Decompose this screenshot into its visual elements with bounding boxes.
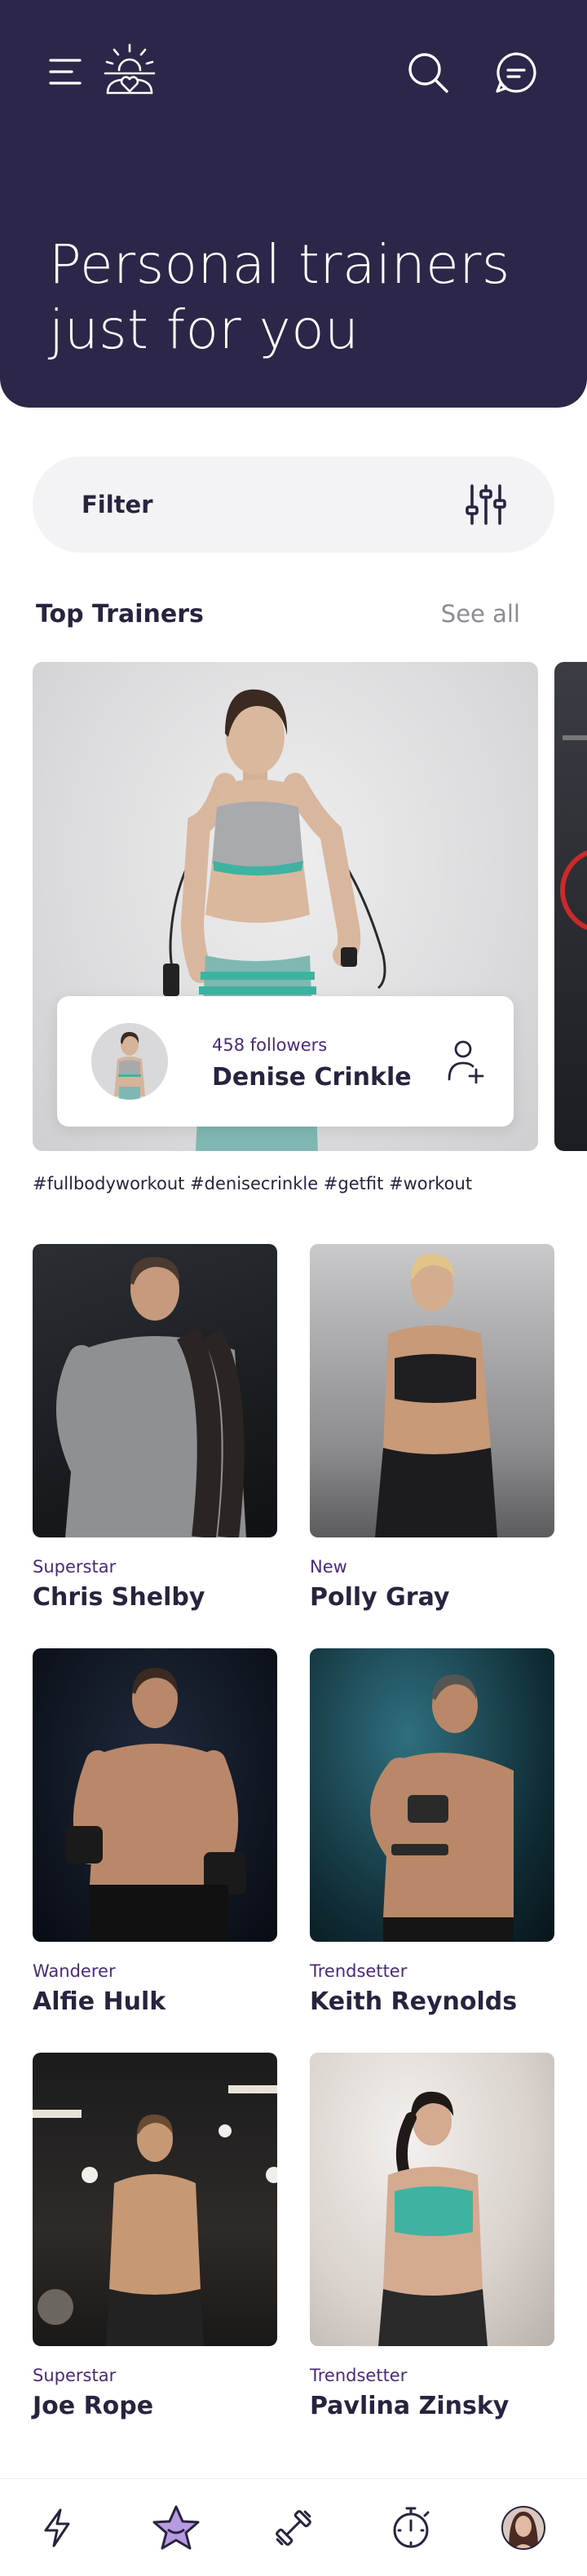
trainer-avatar — [91, 1023, 168, 1100]
trainer-figure — [378, 2091, 488, 2346]
trainer-name: Denise Crinkle — [212, 1063, 412, 1092]
lightning-icon[interactable] — [33, 2503, 82, 2552]
hashtags[interactable]: #fullbodyworkout #denisecrinkle #getfit … — [33, 1174, 472, 1193]
trainer-name: Pavlina Zinsky — [310, 2392, 510, 2420]
trainer-photo — [310, 1648, 554, 1942]
next-trainer-preview[interactable] — [554, 662, 587, 1151]
hero-header: Personal trainers just for you — [0, 0, 587, 408]
trainer-photo — [310, 1244, 554, 1537]
trainer-name: Polly Gray — [310, 1583, 450, 1612]
trainer-figure — [33, 2085, 277, 2346]
trainer-name: Keith Reynolds — [310, 1987, 518, 2016]
followers-count: 458 followers — [212, 1035, 328, 1055]
star-icon[interactable] — [152, 2503, 201, 2552]
trainer-tag: Superstar — [33, 1557, 117, 1577]
sliders-icon[interactable] — [465, 483, 507, 530]
dumbbell-icon[interactable] — [269, 2503, 318, 2552]
page-title-line-2: just for you — [49, 298, 360, 361]
trainer-card[interactable]: Superstar Chris Shelby — [33, 1244, 277, 1612]
search-icon[interactable] — [406, 51, 450, 98]
trainer-card[interactable]: Trendsetter Keith Reynolds — [310, 1648, 554, 2016]
trainer-card[interactable]: Trendsetter Pavlina Zinsky — [310, 2053, 554, 2420]
trainer-photo — [33, 2053, 277, 2346]
trainer-tag: Wanderer — [33, 1961, 116, 1981]
trainer-photo — [33, 1648, 277, 1942]
trainer-tag: New — [310, 1557, 347, 1577]
avatar-figure — [501, 2506, 545, 2550]
trainer-figure — [56, 1256, 246, 1537]
profile-avatar[interactable] — [499, 2503, 548, 2552]
trainer-card[interactable]: New Polly Gray — [310, 1244, 554, 1612]
trainer-photo — [33, 1244, 277, 1537]
avatar-figure — [91, 1023, 168, 1100]
page-title-line-1: Personal trainers — [49, 233, 510, 296]
trainer-tag: Trendsetter — [310, 2366, 408, 2385]
chat-icon[interactable] — [494, 51, 538, 98]
filter-label: Filter — [82, 491, 153, 518]
menu-icon[interactable] — [47, 54, 83, 93]
filter-bar[interactable]: Filter — [33, 457, 554, 553]
trainer-card[interactable]: Wanderer Alfie Hulk — [33, 1648, 277, 2016]
trainer-figure — [65, 1668, 246, 1942]
trainer-figure — [375, 1253, 497, 1537]
page-title: Personal trainers just for you — [49, 232, 554, 363]
featured-trainer-card[interactable]: 458 followers Denise Crinkle — [57, 996, 514, 1127]
trainer-tag: Superstar — [33, 2366, 117, 2385]
gym-equipment-image — [560, 735, 587, 931]
trainer-tag: Trendsetter — [310, 1961, 408, 1981]
stopwatch-icon[interactable] — [386, 2503, 435, 2552]
bottom-tab-bar — [0, 2478, 587, 2576]
add-user-icon[interactable] — [447, 1039, 484, 1087]
trainer-card[interactable]: Superstar Joe Rope — [33, 2053, 277, 2420]
trainer-name: Alfie Hulk — [33, 1987, 166, 2016]
section-title: Top Trainers — [36, 600, 204, 629]
see-all-link[interactable]: See all — [441, 600, 520, 628]
trainer-name: Joe Rope — [33, 2392, 154, 2420]
trainer-name: Chris Shelby — [33, 1583, 205, 1612]
logo-icon — [103, 42, 157, 104]
trainer-photo — [310, 2053, 554, 2346]
trainer-figure — [370, 1674, 514, 1942]
